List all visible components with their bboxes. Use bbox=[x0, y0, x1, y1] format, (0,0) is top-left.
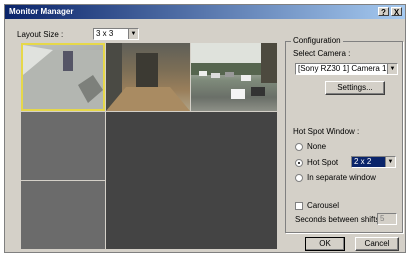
select-camera-label: Select Camera : bbox=[293, 49, 351, 58]
hot-spot-size-value: 2 x 2 bbox=[354, 157, 372, 166]
cancel-button[interactable]: Cancel bbox=[355, 237, 399, 251]
hot-spot-window-label: Hot Spot Window : bbox=[293, 127, 360, 136]
layout-size-select[interactable]: 3 x 3 ▼ bbox=[93, 28, 139, 40]
radio-hot-spot[interactable] bbox=[295, 159, 303, 167]
chevron-down-icon[interactable]: ▼ bbox=[128, 29, 138, 39]
radio-none-label: None bbox=[307, 142, 327, 151]
seconds-between-shifts-label: Seconds between shifts: bbox=[295, 215, 382, 224]
ok-button[interactable]: OK bbox=[305, 237, 345, 251]
camera-view-7[interactable] bbox=[21, 181, 105, 249]
room-scene-icon bbox=[106, 43, 190, 111]
configuration-group-label: Configuration bbox=[291, 36, 343, 45]
hot-spot-view[interactable] bbox=[106, 112, 277, 249]
layout-size-value: 3 x 3 bbox=[96, 29, 114, 38]
seconds-between-shifts-input[interactable]: 5 bbox=[377, 213, 397, 225]
chevron-down-icon[interactable]: ▼ bbox=[385, 157, 395, 167]
close-button[interactable]: X bbox=[391, 7, 402, 17]
title-bar: Monitor Manager ? X bbox=[5, 5, 405, 19]
hot-spot-size-select[interactable]: 2 x 2 ▼ bbox=[351, 156, 396, 168]
camera-view-2[interactable] bbox=[106, 43, 190, 111]
camera-view-1[interactable] bbox=[21, 43, 105, 111]
layout-size-label: Layout Size : bbox=[17, 30, 64, 39]
chevron-down-icon[interactable]: ▼ bbox=[387, 64, 397, 74]
camera-view-3[interactable] bbox=[191, 43, 277, 111]
radio-none[interactable] bbox=[295, 143, 303, 151]
parking-lot-scene-icon bbox=[191, 43, 277, 99]
camera-select-value: [Sony RZ30 1] Camera 1 bbox=[298, 64, 387, 73]
help-button[interactable]: ? bbox=[378, 7, 389, 17]
hallway-scene-icon bbox=[23, 45, 103, 109]
settings-button[interactable]: Settings... bbox=[325, 81, 385, 95]
carousel-label: Carousel bbox=[307, 201, 340, 210]
monitor-manager-dialog: Monitor Manager ? X Layout Size : 3 x 3 … bbox=[4, 4, 406, 253]
camera-view-4[interactable] bbox=[21, 112, 105, 180]
window-title: Monitor Manager bbox=[9, 7, 74, 16]
camera-select[interactable]: [Sony RZ30 1] Camera 1 ▼ bbox=[295, 63, 398, 75]
camera-grid bbox=[21, 43, 277, 249]
radio-separate-window-label: In separate window bbox=[307, 173, 376, 182]
carousel-checkbox[interactable] bbox=[295, 202, 303, 210]
radio-separate-window[interactable] bbox=[295, 174, 303, 182]
radio-hot-spot-label: Hot Spot bbox=[307, 158, 339, 167]
